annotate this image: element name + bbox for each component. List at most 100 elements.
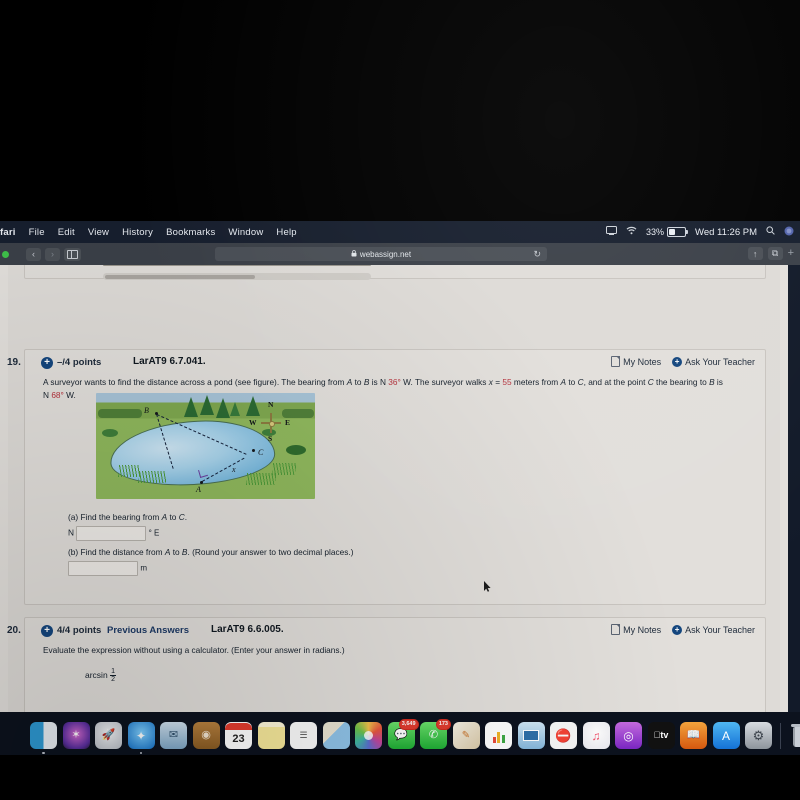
my-notes-button-19[interactable]: My Notes <box>611 356 661 367</box>
dock-item-notes[interactable] <box>257 722 285 749</box>
reload-icon[interactable]: ↻ <box>533 249 541 259</box>
menu-item-bookmarks[interactable]: Bookmarks <box>166 227 215 238</box>
fraction-numerator: 1 <box>110 668 116 677</box>
part-b-tail: . (Round your answer to two decimal plac… <box>187 547 354 557</box>
lock-icon <box>351 249 357 259</box>
question-19-header: 19. + –/4 points LarAT9 6.7.041. My Note… <box>7 350 765 378</box>
my-notes-label-19: My Notes <box>623 356 662 367</box>
plus-badge-icon: + <box>672 356 683 367</box>
menu-item-safari[interactable]: Safari <box>0 227 16 238</box>
arcsin-label: arcsin <box>85 670 108 681</box>
part-b-label: (b) Find the distance from A to B. (Roun… <box>68 547 353 557</box>
compass-west-label: W <box>249 418 257 427</box>
part-a-mid: to <box>167 512 179 522</box>
menu-item-file[interactable]: File <box>29 227 45 238</box>
dock-item-siri[interactable]: ✶ <box>62 722 90 749</box>
part-a-answer-row: N ° E <box>68 526 159 541</box>
part-b-distance-input[interactable] <box>68 561 138 576</box>
part-a-suffix: ° E <box>148 528 160 538</box>
forward-button[interactable]: › <box>45 247 60 261</box>
part-b-text: (b) Find the distance from <box>68 547 165 557</box>
fraction-denominator: 2 <box>111 676 115 684</box>
wifi-icon[interactable] <box>626 226 637 238</box>
previous-answers-link-20[interactable]: Previous Answers <box>107 625 189 636</box>
control-center-icon[interactable] <box>784 226 794 239</box>
battery-status[interactable]: 33% <box>646 226 689 238</box>
battery-icon <box>667 226 689 238</box>
prompt-seg-8: , and at the point <box>583 377 648 387</box>
dock-item-news[interactable]: ⛔ <box>550 722 577 749</box>
menu-item-window[interactable]: Window <box>228 227 263 238</box>
dock-item-safari[interactable]: ✦ <box>127 722 155 754</box>
dock-item-maps[interactable] <box>322 722 350 749</box>
back-button[interactable]: ‹ <box>26 247 41 261</box>
dock-item-numbers[interactable] <box>485 722 512 749</box>
browser-content: 25° 19. + –/4 points LarAT9 6.7.041. <box>0 265 788 712</box>
x-value: 55 <box>502 377 512 387</box>
menu-bar-clock[interactable]: Wed 11:26 PM <box>695 227 757 238</box>
angle-value-2: 68° <box>51 389 64 400</box>
new-tab-button[interactable]: + <box>788 248 794 259</box>
dock-item-mail[interactable]: ✉ <box>160 722 187 749</box>
dock-item-finder[interactable] <box>30 722 57 754</box>
fraction-one-half: 1 2 <box>110 668 116 684</box>
question-20-key: LarAT9 6.6.005. <box>211 624 284 635</box>
dock-item-appletv[interactable]: tv <box>647 722 675 749</box>
macos-menu-bar: Safari File Edit View History Bookmarks … <box>0 221 800 243</box>
window-right-edge <box>788 265 800 712</box>
dock-item-reminders[interactable]: ☰ <box>290 722 317 749</box>
my-notes-label-20: My Notes <box>623 624 662 635</box>
ask-your-teacher-button-19[interactable]: + Ask Your Teacher <box>672 356 755 367</box>
address-bar[interactable]: webassign.net ↻ <box>215 247 547 261</box>
sidebar-toggle-button[interactable] <box>64 247 81 261</box>
compass-south-label: S <box>268 434 273 443</box>
prompt-seg-2: to <box>352 377 364 387</box>
menu-item-help[interactable]: Help <box>276 227 296 238</box>
show-tabs-button[interactable]: ⧉ <box>767 247 783 260</box>
part-a-prefix: N <box>68 527 74 538</box>
dock-item-calendar[interactable]: 23 <box>225 722 252 749</box>
part-a-bearing-input[interactable] <box>76 526 147 541</box>
safari-toolbar: ‹ › webassign.net ↻ ↑ ⧉ + <box>0 243 800 265</box>
dock-item-facetime[interactable]: ✆ 173 <box>420 719 451 749</box>
dock-item-music[interactable]: ♫ <box>582 722 610 749</box>
plus-badge-icon-20: + <box>672 624 683 635</box>
compass-rose: N E S W <box>249 400 293 445</box>
dock-item-photos[interactable] <box>355 722 382 749</box>
horizontal-scrollbar[interactable] <box>103 273 371 280</box>
prompt-seg-3: is N <box>369 377 389 387</box>
dock-item-system-preferences[interactable]: ⚙ <box>745 722 772 749</box>
note-icon-20 <box>611 624 621 635</box>
dock-bar: ✶ 🚀 ✦ ✉ ◉ 23 ☰ 💬 3,649 ✆ 173 ✎ ⛔ ♫ ◎ tv … <box>0 712 800 755</box>
part-a-text: (a) Find the bearing from <box>68 512 162 522</box>
menu-item-history[interactable]: History <box>122 227 153 238</box>
menu-item-view[interactable]: View <box>88 227 109 238</box>
part-a-label: (a) Find the bearing from A to C. <box>68 512 187 522</box>
facetime-badge-count: 173 <box>435 719 451 730</box>
question-20-points: 4/4 points <box>57 625 102 636</box>
screen-mirroring-icon[interactable] <box>606 226 618 238</box>
dock-item-books[interactable]: 📖 <box>680 722 707 749</box>
prompt-seg-10: is <box>714 377 723 387</box>
point-c-label: C <box>258 448 264 457</box>
dock-item-keynote[interactable] <box>517 722 545 749</box>
dock-item-contacts[interactable]: ◉ <box>192 722 220 749</box>
points-badge-icon[interactable]: + <box>41 357 53 369</box>
dock-item-podcasts[interactable]: ◎ <box>615 722 642 749</box>
question-20-expression: arcsin 1 2 <box>85 668 116 684</box>
dock-item-pages[interactable]: ✎ <box>452 722 480 749</box>
dock-item-messages[interactable]: 💬 3,649 <box>387 719 419 749</box>
dock-item-appstore[interactable]: A <box>712 722 740 749</box>
window-zoom-button[interactable] <box>2 251 9 258</box>
search-icon[interactable] <box>766 226 775 238</box>
compass-north-label: N <box>268 400 274 409</box>
menu-item-edit[interactable]: Edit <box>58 227 75 238</box>
dock-separator <box>779 723 781 749</box>
points-badge-icon-20[interactable]: + <box>41 625 53 637</box>
dock-item-launchpad[interactable]: 🚀 <box>95 722 122 749</box>
prompt-seg-7: to <box>566 377 578 387</box>
my-notes-button-20[interactable]: My Notes <box>611 624 661 635</box>
part-b-answer-row: m <box>68 561 147 576</box>
ask-your-teacher-button-20[interactable]: + Ask Your Teacher <box>672 624 755 635</box>
share-button[interactable]: ↑ <box>747 247 763 260</box>
